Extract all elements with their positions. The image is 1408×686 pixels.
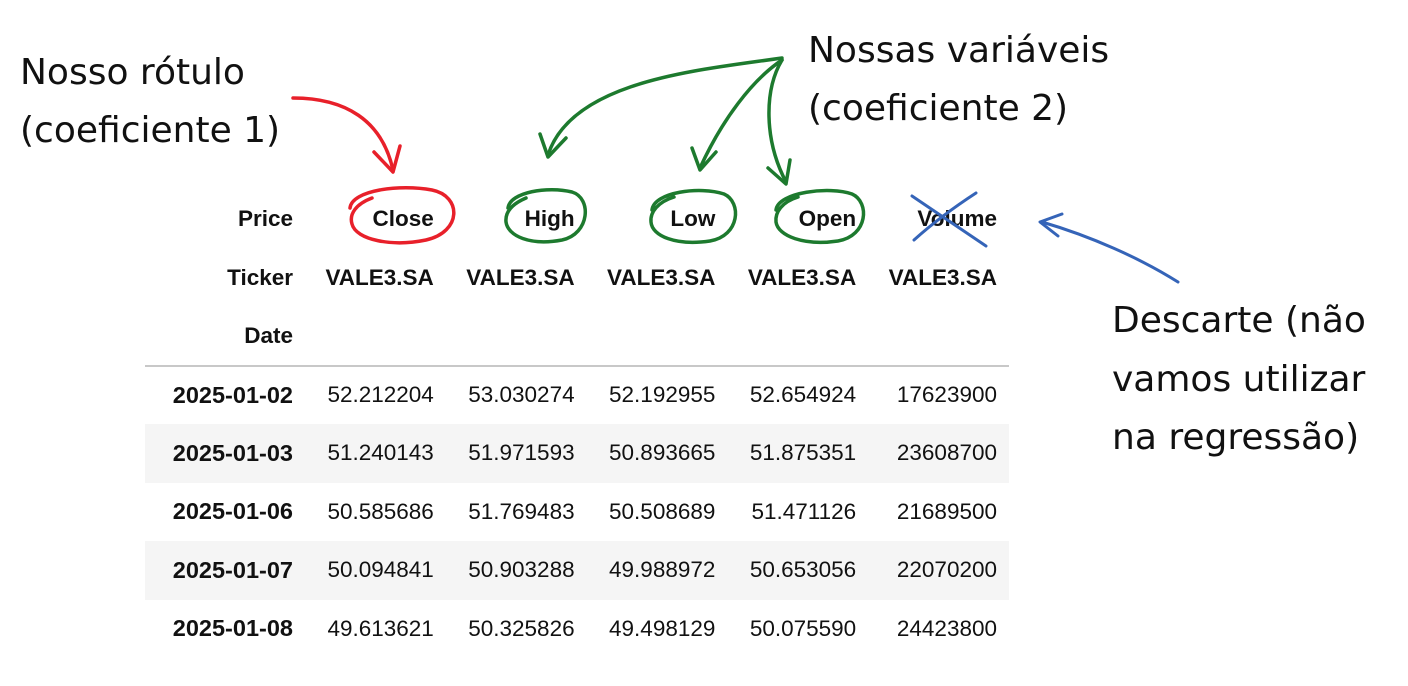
high-circle	[504, 188, 587, 244]
label-circle	[348, 186, 456, 245]
label-arrow	[291, 96, 395, 172]
open-circle	[774, 188, 866, 244]
low-circle	[649, 188, 738, 244]
features-arrow-open	[767, 58, 788, 184]
volume-cross-stroke-1	[910, 194, 988, 248]
discard-arrow	[1040, 220, 1180, 284]
annotation-overlay	[291, 56, 1180, 284]
features-arrow-high	[546, 56, 784, 157]
